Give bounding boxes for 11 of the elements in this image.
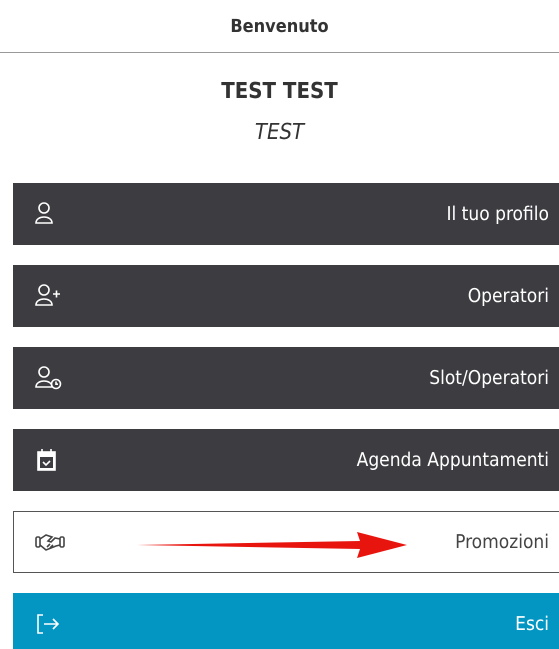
- welcome-title: Benvenuto: [230, 16, 329, 36]
- user-clock-icon: [34, 365, 62, 391]
- menu-button[interactable]: Agenda Appuntamenti: [13, 429, 559, 491]
- menu-button[interactable]: Il tuo profilo: [13, 183, 559, 245]
- menu-button[interactable]: Promozioni: [13, 511, 559, 573]
- user-name: TEST TEST: [221, 79, 338, 104]
- menu-button[interactable]: Operatori: [13, 265, 559, 327]
- user-role: TEST: [254, 120, 304, 145]
- logout-icon: [34, 611, 62, 637]
- add-user-icon: [34, 283, 62, 309]
- menu-button[interactable]: Slot/Operatori: [13, 347, 559, 409]
